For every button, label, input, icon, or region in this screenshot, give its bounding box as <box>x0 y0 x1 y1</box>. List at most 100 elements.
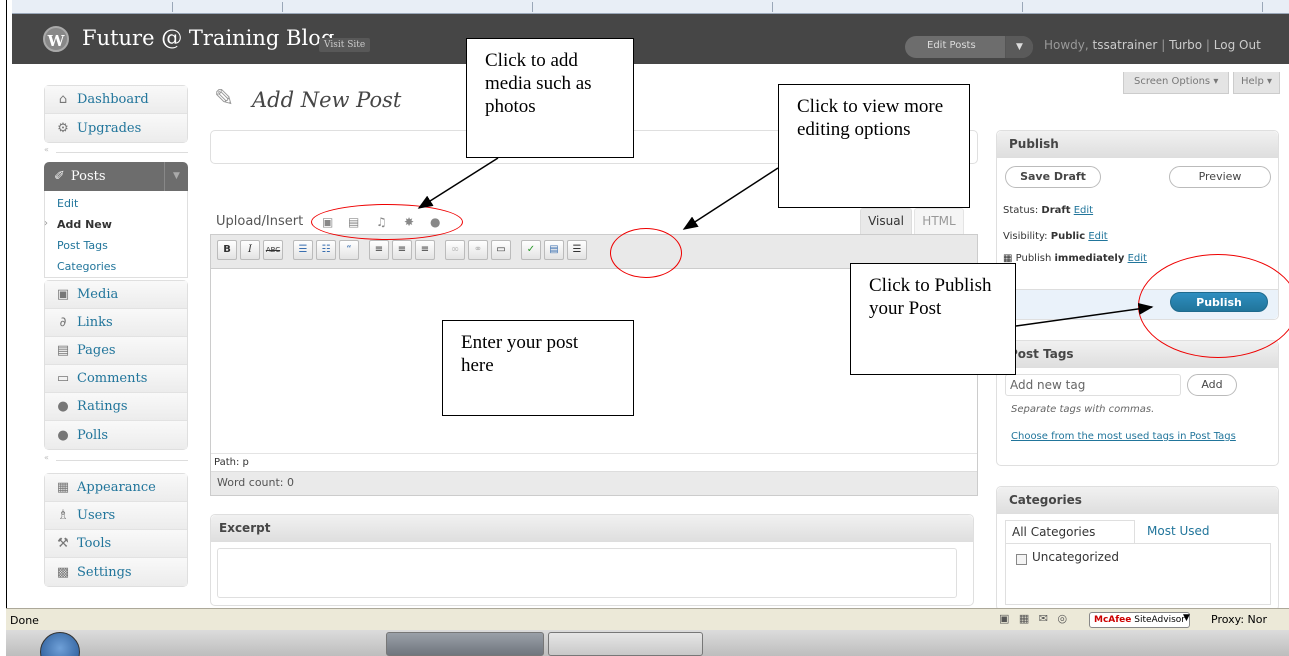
tab-all-categories[interactable]: All Categories <box>1005 520 1135 544</box>
visibility-value: Public <box>1050 231 1086 242</box>
logout-link[interactable]: Log Out <box>1214 38 1261 52</box>
sidebar-item-comments[interactable]: ▭ Comments <box>45 365 187 393</box>
add-tag-button[interactable]: Add <box>1187 374 1237 396</box>
sidebar-item-label: Users <box>77 508 116 523</box>
publish-time-value: immediately <box>1054 253 1125 264</box>
site-title[interactable]: Future @ Training Blog <box>82 26 334 50</box>
bold-button[interactable]: B <box>217 240 237 260</box>
chevron-down-icon[interactable]: ▼ <box>1183 613 1190 623</box>
fullscreen-button[interactable]: ▤ <box>544 240 564 260</box>
media-icon: ▣ <box>56 287 70 302</box>
align-center-button[interactable]: ≡ <box>392 240 412 260</box>
category-checkbox[interactable] <box>1016 554 1027 565</box>
blockquote-button[interactable]: “ <box>339 240 359 260</box>
sidebar-item-upgrades[interactable]: ⚙ Upgrades <box>45 114 187 142</box>
menu-separator[interactable] <box>44 145 188 156</box>
help-tab[interactable]: Help ▾ <box>1233 72 1280 94</box>
chevron-down-icon[interactable]: ▼ <box>164 162 188 191</box>
sidebar-item-polls[interactable]: ● Polls <box>45 421 187 449</box>
start-button[interactable] <box>40 632 80 656</box>
publish-time-label: Publish <box>1015 253 1052 264</box>
tab-html[interactable]: HTML <box>914 208 964 234</box>
excerpt-title[interactable]: Excerpt <box>211 515 973 542</box>
spellcheck-button[interactable]: ✓ <box>521 240 541 260</box>
wordpress-logo-icon: W <box>43 26 69 52</box>
sidebar-item-label: Media <box>77 287 119 302</box>
most-used-tags-link[interactable]: Choose from the most used tags in Post T… <box>1011 431 1261 443</box>
sidebar-content-group: ▣ Media ∂ Links ▤ Pages ▭ Comments ● Rat… <box>44 280 188 450</box>
submenu-post-tags[interactable]: Post Tags <box>45 236 187 257</box>
sidebar-settings-group: ▦ Appearance ♗ Users ⚒ Tools ▩ Settings <box>44 473 188 587</box>
bullet-list-button[interactable]: ☰ <box>293 240 313 260</box>
upgrades-icon: ⚙ <box>57 120 69 136</box>
status-row: Status: Draft Edit <box>1003 205 1093 216</box>
sidebar-item-pages[interactable]: ▤ Pages <box>45 337 187 365</box>
category-label: Uncategorized <box>1032 550 1119 564</box>
admin-header: W Future @ Training Blog Visit Site Edit… <box>12 14 1289 64</box>
menu-separator[interactable] <box>44 453 188 464</box>
favorite-actions-dropdown[interactable]: Edit Posts ▼ <box>905 36 1033 58</box>
sidebar-item-label: Pages <box>77 343 116 358</box>
users-icon: ♗ <box>57 508 69 523</box>
kitchen-sink-button[interactable]: ☰ <box>567 240 587 260</box>
sidebar-item-settings[interactable]: ▩ Settings <box>45 558 187 586</box>
align-right-button[interactable]: ≡ <box>415 240 435 260</box>
publish-box-title[interactable]: Publish <box>997 131 1278 158</box>
separator: | <box>1161 38 1166 52</box>
save-draft-button[interactable]: Save Draft <box>1005 166 1101 188</box>
visit-site-button[interactable]: Visit Site <box>319 38 371 52</box>
unlink-button[interactable]: ⚭ <box>468 240 488 260</box>
statusbar-icons[interactable]: ▣ ▦ ✉ ◎ <box>999 612 1070 625</box>
align-left-button[interactable]: ≡ <box>369 240 389 260</box>
upload-insert-label: Upload/Insert <box>216 214 304 229</box>
sidebar-item-label: Upgrades <box>77 120 142 136</box>
new-tag-input[interactable]: Add new tag <box>1005 374 1181 396</box>
sidebar-item-tools[interactable]: ⚒ Tools <box>45 530 187 558</box>
callout-add-media: Click to add media such as photos <box>466 38 634 158</box>
edit-status-link[interactable]: Edit <box>1074 205 1093 216</box>
taskbar-item[interactable] <box>386 632 544 656</box>
strikethrough-button[interactable]: ABC <box>263 240 283 260</box>
comments-icon: ▭ <box>56 371 70 386</box>
sidebar-item-media[interactable]: ▣ Media <box>45 281 187 309</box>
settings-icon: ▩ <box>56 564 70 580</box>
submenu-add-new[interactable]: Add New <box>45 215 187 236</box>
submenu-edit[interactable]: Edit <box>45 194 187 215</box>
insert-link-button[interactable]: ∞ <box>445 240 465 260</box>
user-greeting: Howdy, tssatrainer | Turbo | Log Out <box>1044 38 1261 52</box>
taskbar-item[interactable] <box>548 632 703 656</box>
excerpt-textarea[interactable] <box>217 548 957 598</box>
sidebar-item-links[interactable]: ∂ Links <box>45 309 187 337</box>
ratings-icon: ● <box>57 399 69 414</box>
status-text: Done <box>10 614 39 627</box>
edit-timestamp-link[interactable]: Edit <box>1128 253 1147 264</box>
edit-visibility-link[interactable]: Edit <box>1088 231 1107 242</box>
sidebar-item-users[interactable]: ♗ Users <box>45 502 187 530</box>
tab-visual[interactable]: Visual <box>860 208 912 234</box>
edit-posts-label[interactable]: Edit Posts <box>927 40 976 51</box>
submenu-categories[interactable]: Categories <box>45 257 187 278</box>
preview-button[interactable]: Preview <box>1169 166 1271 188</box>
screen-options-tab[interactable]: Screen Options ▾ <box>1123 72 1230 94</box>
sidebar-item-dashboard[interactable]: ⌂ Dashboard <box>45 86 187 114</box>
visibility-row: Visibility: Public Edit <box>1003 231 1108 242</box>
mcafee-siteadvisor-button[interactable]: McAfee SiteAdvisor <box>1089 612 1190 628</box>
sidebar-item-appearance[interactable]: ▦ Appearance <box>45 474 187 502</box>
sidebar-item-ratings[interactable]: ● Ratings <box>45 393 187 421</box>
polls-icon: ● <box>57 427 69 443</box>
categories-title[interactable]: Categories <box>997 487 1278 514</box>
mcafee-suffix: SiteAdvisor <box>1134 615 1185 625</box>
italic-button[interactable]: I <box>240 240 260 260</box>
categories-box: Categories All Categories Most Used Unca… <box>996 486 1279 611</box>
insert-more-button[interactable]: ▭ <box>491 240 511 260</box>
tab-most-used[interactable]: Most Used <box>1147 520 1210 542</box>
proxy-status[interactable]: Proxy: Nor <box>1211 613 1267 626</box>
separator: | <box>1205 38 1210 52</box>
sidebar-item-posts[interactable]: ✐ Posts ▼ <box>44 162 188 191</box>
turbo-link[interactable]: Turbo <box>1169 38 1202 52</box>
links-icon: ∂ <box>59 315 67 330</box>
username-link[interactable]: tssatrainer <box>1093 38 1158 52</box>
chevron-down-icon[interactable]: ▼ <box>1005 36 1033 58</box>
numbered-list-button[interactable]: ☷ <box>316 240 336 260</box>
browser-tab-strip <box>12 0 1289 14</box>
